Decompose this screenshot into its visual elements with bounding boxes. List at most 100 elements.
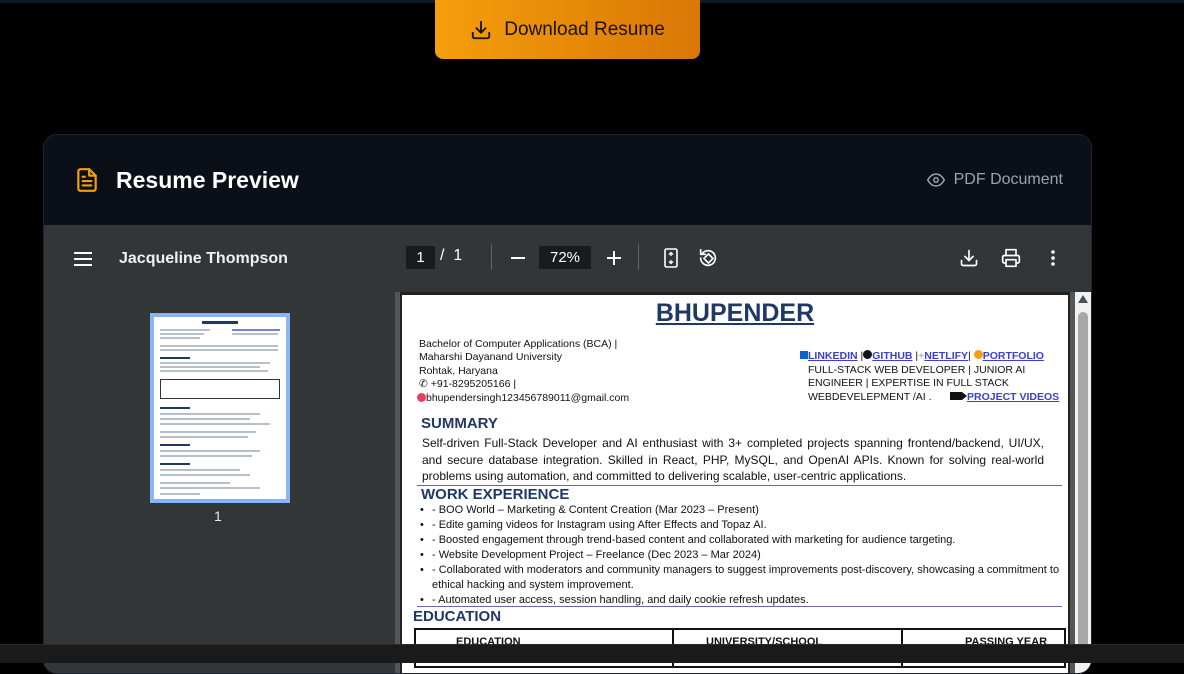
- thumb-line: [160, 413, 260, 415]
- thumbnail-page-number: 1: [214, 508, 222, 524]
- education-heading: EDUCATION: [413, 608, 502, 625]
- document-icon: [77, 168, 97, 192]
- thumb-line: [160, 444, 190, 446]
- resume-name: BHUPENDER: [655, 299, 815, 327]
- thumb-line: [160, 418, 250, 420]
- thumb-line: [160, 337, 200, 339]
- pdf-toolbar: Jacqueline Thompson 1 / 1 72%: [44, 225, 1091, 292]
- card-header: Resume Preview PDF Document: [44, 135, 1091, 225]
- resume-title-line: FULL-STACK WEB DEVELOPER | JUNIOR AI: [808, 364, 1026, 376]
- thumb-line: [160, 329, 210, 331]
- project-videos-link[interactable]: PROJECT VIDEOS: [967, 391, 1059, 403]
- thumb-line: [160, 407, 190, 409]
- resume-phone: +91-8295205166 |: [430, 378, 517, 390]
- thumb-line: [160, 431, 256, 433]
- download-resume-button[interactable]: Download Resume: [435, 0, 700, 59]
- resume-university: Maharshi Dayanand University: [419, 351, 562, 363]
- thumb-line: [160, 487, 260, 489]
- card-title: Resume Preview: [116, 166, 299, 193]
- eye-icon: [926, 173, 945, 187]
- video-icon: [950, 392, 962, 400]
- linkedin-link[interactable]: LINKEDIN: [808, 350, 858, 362]
- summary-text: Self-driven Full-Stack Developer and AI …: [422, 436, 1044, 483]
- list-item: - Boosted engagement through trend-based…: [420, 533, 1060, 548]
- thumb-line: [160, 423, 270, 425]
- minus-icon: [511, 257, 525, 259]
- download-icon: [472, 20, 491, 39]
- rotate-icon: [699, 248, 717, 267]
- menu-button[interactable]: [70, 246, 96, 272]
- thumb-line: [160, 366, 260, 368]
- zoom-out-button[interactable]: [507, 246, 529, 270]
- scroll-up-arrow-icon[interactable]: [1078, 295, 1088, 303]
- page-thumbnail[interactable]: [150, 313, 290, 503]
- github-link[interactable]: GITHUB: [872, 350, 912, 362]
- thumb-line: [232, 329, 280, 331]
- section-divider: [417, 606, 1062, 607]
- toolbar-divider: [638, 244, 639, 270]
- project-videos-row: PROJECT VIDEOS: [950, 391, 1059, 405]
- resume-preview-card: Resume Preview PDF Document Jacqueline T…: [43, 134, 1092, 674]
- thumb-line: [160, 474, 250, 476]
- more-options-button[interactable]: [1040, 245, 1066, 271]
- thumb-line: [160, 493, 200, 495]
- download-icon: [960, 249, 978, 267]
- zoom-in-button[interactable]: [603, 246, 625, 270]
- phone-icon: ✆: [419, 378, 428, 390]
- zoom-level-input[interactable]: 72%: [539, 246, 591, 269]
- total-pages: 1: [453, 247, 463, 264]
- resume-phone-row: ✆ +91-8295205166 |: [419, 378, 516, 392]
- page-area: BHUPENDER Bachelor of Computer Applicati…: [395, 292, 1091, 673]
- github-icon: [863, 350, 873, 359]
- thumb-line: [160, 349, 278, 351]
- thumb-line: [160, 455, 252, 457]
- thumb-line: [160, 450, 260, 452]
- thumbnail-sidebar: 1: [44, 292, 395, 673]
- download-pdf-button[interactable]: [956, 245, 982, 271]
- linkedin-icon: [800, 351, 808, 359]
- rotate-button[interactable]: [695, 245, 721, 271]
- netlify-link[interactable]: NETLIFY: [924, 350, 968, 362]
- more-vertical-icon: [1051, 250, 1055, 266]
- list-item: - Collaborated with moderators and commu…: [420, 563, 1060, 593]
- pdf-viewer: Jacqueline Thompson 1 / 1 72% 1 BHUPENDE…: [44, 225, 1091, 673]
- portfolio-icon: [973, 350, 983, 359]
- page-number-input[interactable]: 1: [406, 246, 435, 269]
- resume-email-row: bhupendersingh123456789011@gmail.com: [417, 392, 629, 406]
- thumb-line: [160, 345, 278, 347]
- thumb-line: [160, 469, 240, 471]
- resume-links: LINKEDIN | GITHUB |+NETLIFY| PORTFOLIO: [800, 350, 1044, 364]
- scrollbar-thumb[interactable]: [1078, 312, 1088, 652]
- resume-degree: Bachelor of Computer Applications (BCA) …: [419, 338, 618, 350]
- thumb-line: [160, 357, 190, 359]
- list-item: - Edite gaming videos for Instagram usin…: [420, 518, 1060, 533]
- pdf-document-text: PDF Document: [953, 171, 1063, 188]
- toolbar-divider: [491, 244, 492, 270]
- pdf-document-label: PDF Document: [926, 171, 1063, 189]
- email-icon: [417, 393, 426, 402]
- thumb-line: [160, 463, 190, 465]
- resume-email: bhupendersingh123456789011@gmail.com: [426, 392, 630, 404]
- list-item: - BOO World – Marketing & Content Creati…: [420, 503, 1060, 518]
- bottom-bar: [0, 644, 1184, 663]
- thumb-line: [232, 333, 278, 335]
- resume-location: Rohtak, Haryana: [419, 365, 498, 377]
- page-separator: /: [440, 247, 445, 264]
- fit-page-button[interactable]: [660, 245, 682, 271]
- fit-page-icon: [664, 248, 678, 268]
- resume-page: BHUPENDER Bachelor of Computer Applicati…: [400, 292, 1070, 673]
- hamburger-icon: [74, 252, 92, 266]
- page-scrollbar[interactable]: [1075, 292, 1091, 673]
- thumb-line: [160, 362, 270, 364]
- resume-title-line: ENGINEER | EXPERTISE IN FULL STACK: [808, 377, 1009, 389]
- resume-title-line: WEBDEVELEPMENT /AI .: [808, 391, 932, 403]
- document-title: Jacqueline Thompson: [119, 249, 288, 267]
- work-experience-heading: WORK EXPERIENCE: [421, 486, 570, 503]
- work-experience-list: - BOO World – Marketing & Content Creati…: [420, 503, 1060, 608]
- thumb-table: [160, 379, 280, 399]
- portfolio-link[interactable]: PORTFOLIO: [983, 350, 1044, 362]
- thumb-line: [160, 482, 230, 484]
- print-button[interactable]: [998, 245, 1024, 271]
- download-resume-label: Download Resume: [504, 18, 665, 40]
- page-count: / 1: [440, 247, 462, 265]
